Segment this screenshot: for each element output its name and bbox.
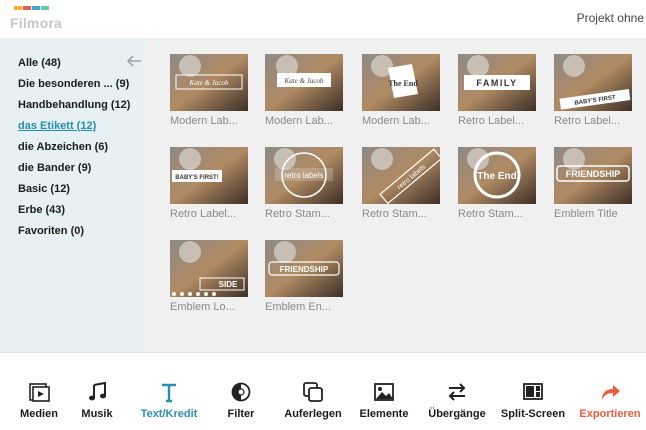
title-tile[interactable]: The End Retro Stam...: [458, 147, 536, 221]
title-thumbnail: BABY'S FIRST: [554, 54, 632, 111]
svg-text:Kate & Jacob: Kate & Jacob: [189, 79, 229, 87]
split-screen-icon: [522, 381, 544, 403]
category-erbe[interactable]: Erbe (43): [18, 204, 65, 216]
arrow-left-icon[interactable]: [126, 54, 142, 67]
title-library-grid: Kate & Jacob Modern Lab... Kate & Jacob …: [146, 38, 646, 352]
logo-text: Filmora: [10, 15, 62, 31]
title-label: Emblem Lo...: [170, 301, 235, 313]
title-label: Emblem Title: [554, 208, 618, 220]
title-label: Retro Stam...: [265, 208, 330, 220]
svg-text:FAMILY: FAMILY: [476, 78, 517, 88]
title-tile[interactable]: FRIENDSHIP Emblem Title: [554, 147, 632, 221]
tab-auferlegen[interactable]: Auferlegen: [280, 381, 346, 425]
title-label: Modern Lab...: [362, 115, 430, 127]
tab-split-screen-label: Split-Screen: [500, 408, 566, 420]
title-tile[interactable]: The End Modern Lab...: [362, 54, 440, 128]
filmora-logo: Filmora: [10, 6, 80, 32]
category-handbehandlung[interactable]: Handbehandlung (12): [18, 99, 130, 111]
export-button-label: Exportieren: [579, 408, 641, 420]
category-die-abzeichen[interactable]: die Abzeichen (6): [18, 141, 108, 153]
category-die-besonderen[interactable]: Die besonderen ... (9): [18, 78, 129, 90]
title-label: Retro Label...: [170, 208, 237, 220]
title-thumbnail: retro labels: [362, 147, 440, 204]
title-thumbnail: FRIENDSHIP: [265, 240, 343, 297]
title-thumbnail: SIDE: [170, 240, 248, 297]
title-thumbnail: Kate & Jacob: [265, 54, 343, 111]
title-label: Retro Label...: [458, 115, 525, 127]
category-das-etikett[interactable]: das Etikett (12): [18, 120, 96, 132]
title-label: Retro Stam...: [362, 208, 427, 220]
svg-text:retro labels: retro labels: [284, 171, 324, 180]
title-tile[interactable]: SIDE Emblem Lo...: [170, 240, 248, 314]
svg-text:The End: The End: [477, 171, 516, 182]
title-thumbnail: BABY'S FIRST!: [170, 147, 248, 204]
category-basic[interactable]: Basic (12): [18, 183, 70, 195]
svg-text:Kate & Jacob: Kate & Jacob: [284, 77, 324, 85]
tab-elemente-label: Elemente: [359, 408, 409, 420]
title-thumbnail: FAMILY: [458, 54, 536, 111]
title-label: Retro Label...: [554, 115, 621, 127]
tab-split-screen[interactable]: Split-Screen: [500, 381, 566, 425]
title-tile[interactable]: Kate & Jacob Modern Lab...: [265, 54, 343, 128]
media-icon: [28, 381, 50, 403]
overlay-icon: [302, 381, 324, 403]
text-t-icon: [158, 381, 180, 403]
title-label: Modern Lab...: [265, 115, 333, 127]
tab-text-kredit[interactable]: Text/Kredit: [136, 381, 202, 425]
tab-text-kredit-label: Text/Kredit: [140, 408, 198, 420]
tab-medien-label: Medien: [20, 408, 58, 420]
tab-auferlegen-label: Auferlegen: [284, 408, 342, 420]
filter-icon: [230, 381, 252, 403]
title-thumbnail: retro labels: [265, 147, 343, 204]
svg-text:SIDE: SIDE: [219, 280, 238, 289]
svg-text:FRIENDSHIP: FRIENDSHIP: [280, 265, 329, 274]
title-bar: Filmora Projekt ohne: [0, 0, 646, 38]
image-icon: [373, 381, 395, 403]
title-thumbnail: The End: [458, 147, 536, 204]
category-die-bander[interactable]: die Bander (9): [18, 162, 91, 174]
title-tile[interactable]: FRIENDSHIP Emblem En...: [265, 240, 343, 314]
tab-filter-label: Filter: [227, 408, 255, 420]
export-arrow-icon: [599, 381, 621, 403]
title-tile[interactable]: retro labels Retro Stam...: [265, 147, 343, 221]
category-sidebar: Alle (48) Die besonderen ... (9) Handbeh…: [0, 38, 146, 352]
title-tile[interactable]: Kate & Jacob Modern Lab...: [170, 54, 248, 128]
title-label: Modern Lab...: [170, 115, 238, 127]
bottom-toolbar: Medien Musik Text/Kredit Filter Auferleg…: [0, 352, 646, 430]
title-thumbnail: FRIENDSHIP: [554, 147, 632, 204]
project-title: Projekt ohne: [576, 11, 644, 25]
svg-text:FRIENDSHIP: FRIENDSHIP: [566, 169, 621, 179]
title-tile[interactable]: BABY'S FIRST! Retro Label...: [170, 147, 248, 221]
tab-elemente[interactable]: Elemente: [356, 381, 412, 425]
logo-color-bars: [14, 6, 50, 11]
tab-musik[interactable]: Musik: [74, 381, 120, 425]
title-tile[interactable]: BABY'S FIRST Retro Label...: [554, 54, 632, 128]
category-favoriten[interactable]: Favoriten (0): [18, 225, 84, 237]
svg-text:BABY'S FIRST!: BABY'S FIRST!: [175, 175, 218, 181]
export-button[interactable]: Exportieren: [578, 381, 642, 425]
category-alle[interactable]: Alle (48): [18, 57, 61, 69]
tab-uebergaenge-label: Übergänge: [428, 408, 486, 420]
music-note-icon: [86, 381, 108, 403]
transition-arrows-icon: [446, 381, 468, 403]
title-tile[interactable]: retro labels Retro Stam...: [362, 147, 440, 221]
title-thumbnail: The End: [362, 54, 440, 111]
tab-musik-label: Musik: [81, 408, 113, 420]
tab-filter[interactable]: Filter: [220, 381, 262, 425]
title-label: Retro Stam...: [458, 208, 523, 220]
tab-medien[interactable]: Medien: [14, 381, 64, 425]
svg-text:The End: The End: [388, 79, 418, 88]
title-tile[interactable]: FAMILY Retro Label...: [458, 54, 536, 128]
title-label: Emblem En...: [265, 301, 332, 313]
tab-uebergaenge[interactable]: Übergänge: [426, 381, 488, 425]
title-thumbnail: Kate & Jacob: [170, 54, 248, 111]
